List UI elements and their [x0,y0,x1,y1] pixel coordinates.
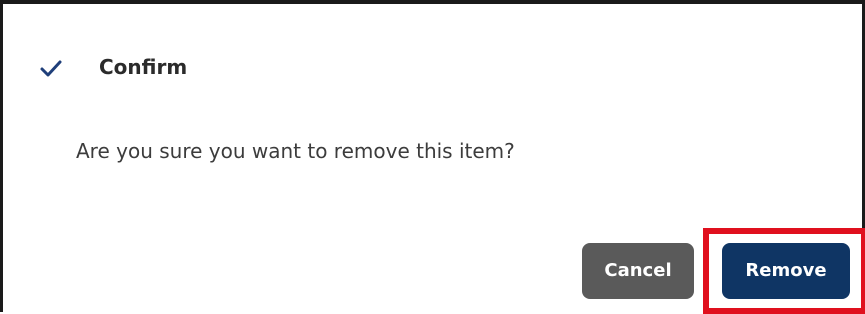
cancel-button[interactable]: Cancel [582,243,694,299]
dialog-message: Are you sure you want to remove this ite… [76,139,515,163]
confirm-dialog: Confirm Are you sure you want to remove … [0,0,865,314]
remove-button[interactable]: Remove [722,243,850,299]
check-icon [40,60,62,77]
dialog-title: Confirm [99,55,188,79]
